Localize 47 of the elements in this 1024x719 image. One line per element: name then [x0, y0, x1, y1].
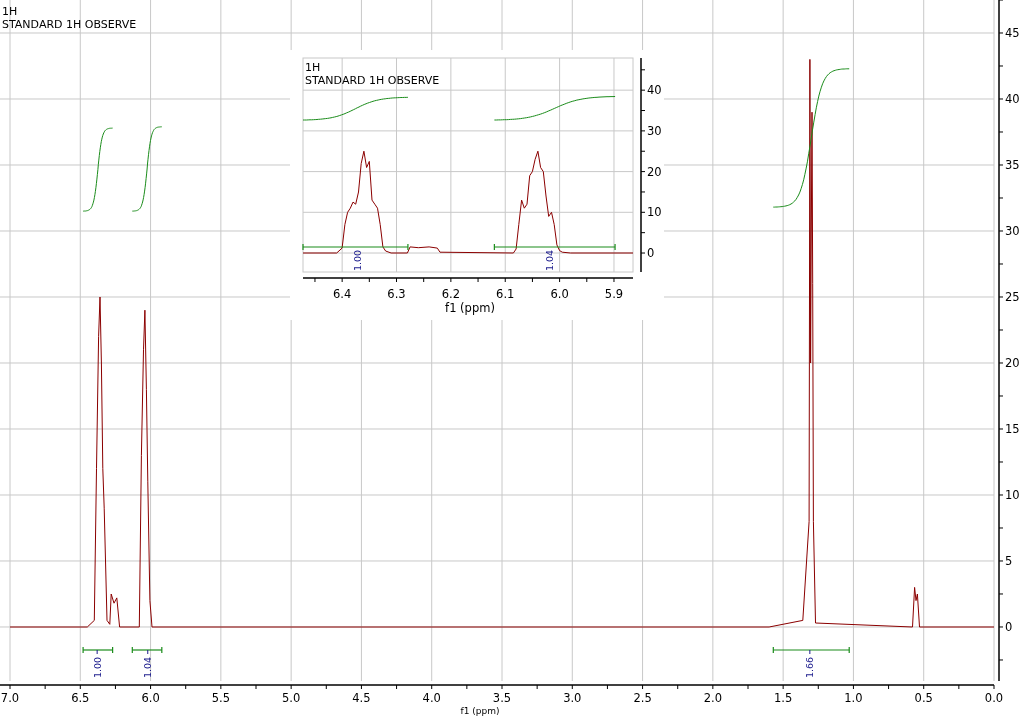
x-tick-label: 6.0	[550, 287, 569, 301]
x-tick-label: 5.9	[604, 287, 624, 301]
x-tick-label: 5.0	[282, 691, 301, 705]
y-tick-label: 30	[1005, 224, 1020, 238]
x-tick-label: 6.4	[333, 287, 352, 301]
integral-value: 1.04	[142, 656, 154, 678]
spectrum-title: 1H	[2, 5, 18, 18]
x-tick-label: 6.1	[496, 287, 515, 301]
x-tick-label: 0.0	[984, 691, 1004, 705]
x-tick-label: 1.5	[774, 691, 793, 705]
x-tick-label: 5.5	[211, 691, 230, 705]
y-tick-label: 40	[1005, 92, 1020, 106]
x-axis-title: f1 (ppm)	[460, 706, 500, 716]
spectrum-subtitle: STANDARD 1H OBSERVE	[305, 74, 440, 87]
y-tick-label: 45	[1005, 26, 1020, 40]
integral-value: 1.00	[91, 656, 103, 678]
x-tick-label: 7.0	[0, 691, 20, 705]
x-tick-label: 3.0	[563, 691, 582, 705]
x-tick-label: 4.5	[352, 691, 371, 705]
x-tick-label: 6.3	[387, 287, 406, 301]
x-tick-label: 0.5	[914, 691, 933, 705]
integral-value: 1.66	[804, 656, 816, 678]
y-tick-label: 5	[1005, 554, 1013, 568]
y-tick-label: 20	[1005, 356, 1020, 370]
y-tick-label: 25	[1005, 290, 1020, 304]
x-tick-label: 3.5	[492, 691, 512, 705]
x-tick-label: 6.2	[441, 287, 460, 301]
integral-value: 1.00	[351, 249, 363, 271]
x-tick-label: 6.5	[71, 691, 90, 705]
y-tick-label: 0	[1005, 620, 1013, 634]
x-tick-label: 4.0	[422, 691, 441, 705]
x-tick-label: 1.0	[844, 691, 863, 705]
x-tick-label: 6.0	[141, 691, 160, 705]
y-tick-label: 0	[647, 246, 655, 261]
spectrum-subtitle: STANDARD 1H OBSERVE	[2, 18, 137, 31]
y-tick-label: 10	[647, 205, 662, 220]
spectrum-title: 1H	[305, 61, 321, 74]
y-tick-label: 15	[1005, 422, 1020, 436]
x-axis-title: f1 (ppm)	[445, 301, 495, 315]
y-tick-label: 35	[1005, 158, 1020, 172]
y-tick-label: 20	[647, 164, 662, 179]
x-tick-label: 2.0	[703, 691, 722, 705]
y-tick-label: 30	[647, 123, 662, 138]
integral-value: 1.04	[544, 249, 556, 271]
y-tick-label: 40	[647, 83, 662, 98]
y-tick-label: 10	[1005, 488, 1020, 502]
x-tick-label: 2.5	[633, 691, 652, 705]
